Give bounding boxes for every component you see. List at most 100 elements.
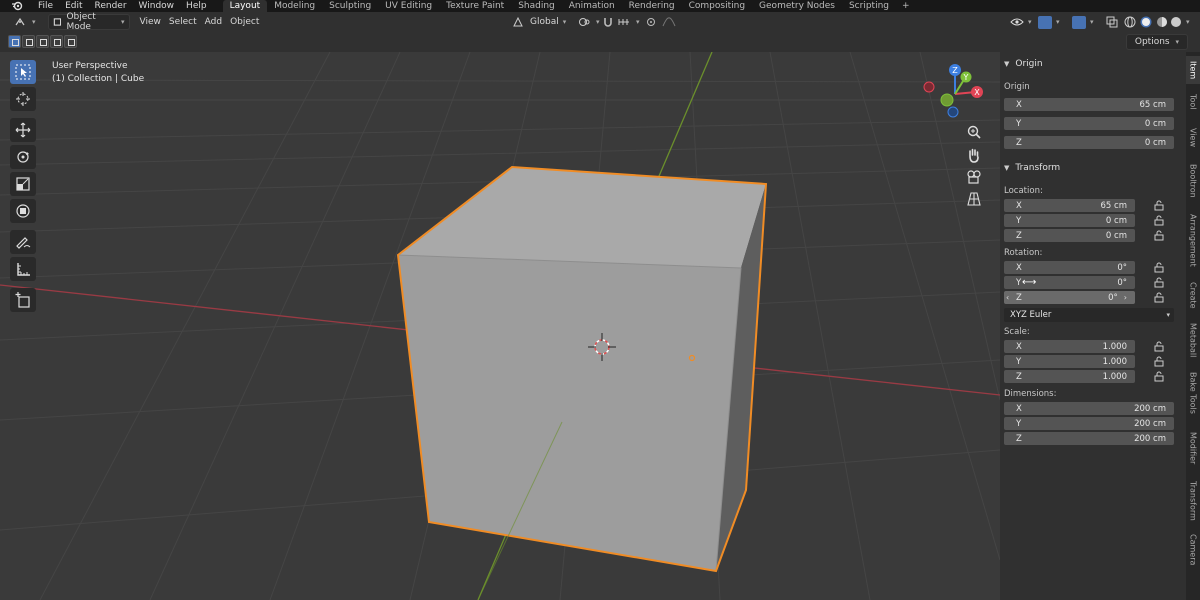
pan-view-button[interactable]	[964, 145, 984, 165]
menu-render[interactable]: Render	[89, 0, 133, 12]
tab-transform[interactable]: Transform	[1186, 476, 1200, 526]
gizmo-neg-z-axis[interactable]	[947, 106, 959, 118]
transform-tool[interactable]	[10, 199, 36, 223]
options-button[interactable]: Options ▾	[1125, 34, 1188, 50]
lock-icon[interactable]	[1153, 277, 1165, 288]
navigation-gizmo[interactable]: Z Y X	[920, 62, 990, 122]
dimensions-y-field[interactable]: Y 200 cm	[1004, 417, 1174, 430]
editor-type-button[interactable]: ▾	[10, 14, 40, 30]
tab-shading[interactable]: Shading	[511, 0, 562, 12]
add-cube-tool[interactable]	[10, 288, 36, 312]
menu-help[interactable]: Help	[180, 0, 213, 12]
measure-tool[interactable]	[10, 257, 36, 281]
tab-animation[interactable]: Animation	[562, 0, 622, 12]
lock-icon[interactable]	[1153, 215, 1165, 226]
overlay-toggle[interactable]: ▾	[1068, 14, 1098, 30]
transform-section-header[interactable]: ▼ Transform	[1004, 161, 1060, 175]
tab-camera[interactable]: Camera	[1186, 530, 1200, 570]
rotation-z-field[interactable]: ‹ Z 0° ›	[1004, 291, 1135, 304]
3d-viewport[interactable]: User Perspective (1) Collection | Cube	[0, 52, 1000, 600]
menu-add[interactable]: Add	[201, 14, 226, 30]
mode-select[interactable]: Object Mode ▾	[47, 12, 130, 32]
gizmo-neg-y-axis[interactable]	[940, 93, 954, 107]
tab-view[interactable]: View	[1186, 120, 1200, 154]
snap-target-select[interactable]: ▾	[614, 14, 644, 30]
tab-compositing[interactable]: Compositing	[682, 0, 752, 12]
rotation-y-field[interactable]: Y ⟷ 0°	[1004, 276, 1135, 289]
tab-arrangement[interactable]: Arrangement	[1186, 208, 1200, 272]
add-workspace-button[interactable]: +	[896, 1, 916, 11]
tab-bake-tools[interactable]: Bake Tools	[1186, 366, 1200, 420]
rotation-x-field[interactable]: X 0°	[1004, 261, 1135, 274]
lock-icon[interactable]	[1153, 341, 1165, 352]
scale-y-field[interactable]: Y 1.000	[1004, 355, 1135, 368]
origin-y-field[interactable]: Y 0 cm	[1004, 117, 1174, 130]
scale-tool[interactable]	[10, 172, 36, 196]
select-box-tool[interactable]	[10, 60, 36, 84]
scale-x-field[interactable]: X 1.000	[1004, 340, 1135, 353]
wireframe-sphere-icon	[1124, 16, 1136, 28]
select-extend-icon[interactable]	[22, 35, 35, 48]
perspective-toggle-button[interactable]	[964, 189, 984, 209]
menu-edit[interactable]: Edit	[59, 0, 88, 12]
gizmo-neg-x-axis[interactable]	[923, 81, 935, 93]
location-y-field[interactable]: Y 0 cm	[1004, 214, 1135, 227]
tab-texture-paint[interactable]: Texture Paint	[439, 0, 511, 12]
move-tool[interactable]	[10, 118, 36, 142]
shading-rendered[interactable]: ▾	[1166, 14, 1194, 30]
tab-layout[interactable]: Layout	[222, 0, 268, 12]
cube-object[interactable]	[396, 165, 768, 600]
tab-booltron[interactable]: Booltron	[1186, 158, 1200, 204]
blender-logo-icon[interactable]	[10, 0, 24, 12]
dimensions-z-field[interactable]: Z 200 cm	[1004, 432, 1174, 445]
tab-rendering[interactable]: Rendering	[622, 0, 682, 12]
tab-uv-editing[interactable]: UV Editing	[378, 0, 439, 12]
tab-create[interactable]: Create	[1186, 276, 1200, 314]
location-z-field[interactable]: Z 0 cm	[1004, 229, 1135, 242]
annotate-tool[interactable]	[10, 230, 36, 254]
rotation-mode-select[interactable]: XYZ Euler ▾	[1004, 308, 1174, 322]
lock-icon[interactable]	[1153, 262, 1165, 273]
select-subtract-icon[interactable]	[36, 35, 49, 48]
scene-canvas[interactable]	[0, 52, 1000, 600]
lock-icon[interactable]	[1153, 356, 1165, 367]
tab-modeling[interactable]: Modeling	[267, 0, 322, 12]
scale-z-field[interactable]: Z 1.000	[1004, 370, 1135, 383]
tab-geometry-nodes[interactable]: Geometry Nodes	[752, 0, 842, 12]
rotate-tool[interactable]	[10, 145, 36, 169]
falloff-select[interactable]	[658, 14, 680, 30]
dimensions-x-field[interactable]: X 200 cm	[1004, 402, 1174, 415]
tab-sculpting[interactable]: Sculpting	[322, 0, 378, 12]
menu-select[interactable]: Select	[165, 14, 201, 30]
lock-icon[interactable]	[1153, 200, 1165, 211]
orientation-select[interactable]: Global ▾	[508, 14, 570, 30]
select-new-icon[interactable]	[8, 35, 21, 48]
gizmo-toggle[interactable]: ▾	[1034, 14, 1064, 30]
origin-z-field[interactable]: Z 0 cm	[1004, 136, 1174, 149]
tab-item[interactable]: Item	[1186, 56, 1200, 84]
tab-metaball[interactable]: Metaball	[1186, 318, 1200, 362]
select-intersect-icon[interactable]	[64, 35, 77, 48]
select-invert-icon[interactable]	[50, 35, 63, 48]
lock-icon[interactable]	[1153, 230, 1165, 241]
cursor-tool[interactable]	[10, 87, 36, 111]
location-x-field[interactable]: X 65 cm	[1004, 199, 1135, 212]
menu-object[interactable]: Object	[226, 14, 263, 30]
decrement-arrow-icon[interactable]: ‹	[1006, 293, 1009, 302]
axis-label: Y	[1016, 277, 1022, 288]
menu-file[interactable]: File	[32, 0, 59, 12]
zoom-view-button[interactable]	[964, 122, 984, 142]
menu-window[interactable]: Window	[133, 0, 181, 12]
visibility-select[interactable]: ▾	[1006, 14, 1036, 30]
tab-tool[interactable]: Tool	[1186, 88, 1200, 116]
origin-x-field[interactable]: X 65 cm	[1004, 98, 1174, 111]
camera-view-button[interactable]	[964, 167, 984, 187]
xray-toggle[interactable]	[1102, 14, 1122, 30]
lock-icon[interactable]	[1153, 292, 1165, 303]
tab-modifier[interactable]: Modifier	[1186, 424, 1200, 472]
increment-arrow-icon[interactable]: ›	[1124, 293, 1127, 302]
origin-section-header[interactable]: ▼ Origin	[1004, 57, 1043, 71]
tab-scripting[interactable]: Scripting	[842, 0, 896, 12]
menu-view[interactable]: View	[136, 14, 165, 30]
lock-icon[interactable]	[1153, 371, 1165, 382]
